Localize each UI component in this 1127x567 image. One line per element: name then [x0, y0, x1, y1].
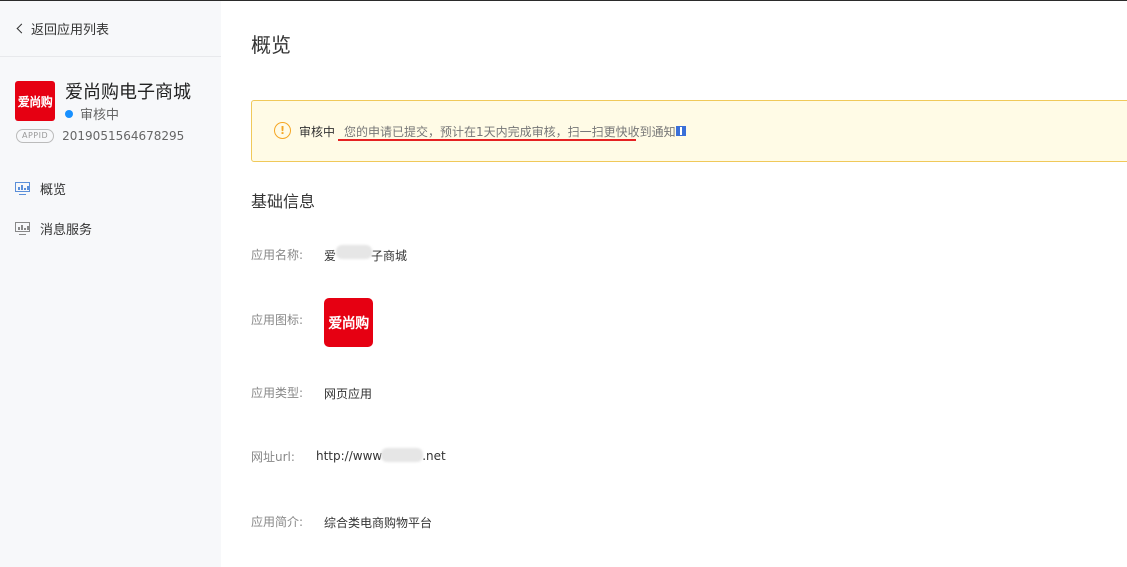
appid-row: APPID 2019051564678295 — [16, 129, 184, 143]
warning-icon: ! — [274, 122, 291, 139]
sidebar-item-label: 消息服务 — [40, 223, 93, 238]
app-url-label: 网址url: — [251, 450, 295, 464]
sidebar-divider — [0, 56, 221, 57]
back-link-label: 返回应用列表 — [31, 23, 110, 38]
app-icon-text: 爱尚购 — [328, 315, 369, 332]
app-icon-image: 爱尚购 — [324, 298, 373, 347]
page-title: 概览 — [251, 33, 291, 57]
redaction-blur — [381, 448, 423, 462]
app-status: 审核中 — [65, 104, 119, 123]
app-description-value: 综合类电商购物平台 — [324, 516, 433, 530]
app-logo: 爱尚购 — [15, 81, 55, 121]
main-content: 概览 ! 审核中 您的申请已提交，预计在1天内完成审核，扫一扫更快收到通知 基础… — [221, 1, 1127, 567]
chart-icon — [15, 182, 30, 195]
sidebar-item-label: 概览 — [40, 183, 67, 198]
app-status-label: 审核中 — [80, 108, 120, 123]
redaction-blur — [336, 245, 372, 259]
sidebar-item-message-service[interactable]: 消息服务 — [15, 219, 92, 238]
sidebar: 返回应用列表 爱尚购 爱尚购电子商城 审核中 APPID 20190515646… — [0, 1, 221, 567]
app-type-label: 应用类型: — [251, 386, 304, 400]
sidebar-item-overview[interactable]: 概览 — [15, 179, 66, 198]
section-title-basic-info: 基础信息 — [251, 192, 316, 211]
qr-code-icon[interactable] — [676, 126, 686, 136]
app-name-value-end: 子商城 — [371, 249, 408, 263]
app-name-value-start: 爱 — [324, 249, 337, 263]
app-url-value-start: http://www — [316, 449, 383, 463]
notice-title: 审核中 — [299, 125, 336, 139]
app-icon-label: 应用图标: — [251, 313, 304, 327]
chart-icon — [15, 222, 30, 235]
app-logo-text: 爱尚购 — [17, 94, 53, 109]
chevron-left-icon — [16, 23, 27, 34]
app-description-label: 应用简介: — [251, 515, 304, 529]
appid-tag: APPID — [16, 129, 55, 143]
notice-text: 您的申请已提交，预计在1天内完成审核，扫一扫更快收到通知 — [344, 125, 676, 139]
status-dot-icon — [65, 109, 73, 118]
app-name-label: 应用名称: — [251, 248, 304, 262]
app-name: 爱尚购电子商城 — [65, 82, 191, 103]
appid-value: 2019051564678295 — [62, 129, 185, 143]
app-type-value: 网页应用 — [324, 387, 373, 401]
back-to-app-list-link[interactable]: 返回应用列表 — [16, 19, 109, 38]
notice-highlight-underline — [338, 139, 636, 141]
app-url-value-end: .net — [422, 449, 446, 463]
review-notice-banner: ! 审核中 您的申请已提交，预计在1天内完成审核，扫一扫更快收到通知 — [251, 100, 1127, 162]
